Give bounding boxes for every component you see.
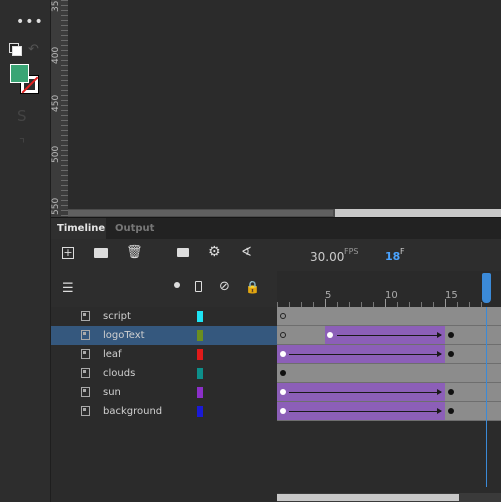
layer-name[interactable]: script [103,307,131,326]
tools-panel: ••• ↶ S ⌝ [0,0,51,502]
parent-hierarchy-icon[interactable]: ⚙ [208,244,221,260]
eye-hidden-icon[interactable]: ⊘ [219,279,230,294]
playhead-line [486,307,487,487]
layer-icon [81,406,90,416]
stage-horizontal-scrollbar[interactable] [68,209,501,217]
frame-unit: F [400,247,405,256]
layer-name[interactable]: background [103,402,162,421]
pen-tool-icon[interactable]: S [17,107,27,125]
fill-color-swatch[interactable] [10,64,29,83]
frame-row[interactable] [277,364,501,383]
tab-output[interactable]: Output [109,218,159,240]
scrollbar-thumb[interactable] [277,494,459,501]
layer-color-swatch[interactable] [197,368,203,379]
layer-name[interactable]: clouds [103,364,135,383]
tween-arrow [289,389,442,395]
scrollbar-thumb[interactable] [335,209,501,217]
ruler-ticks [61,0,68,217]
layer-header: ☰ ⊘ 🔒 [51,271,277,307]
frame-number: 10 [385,290,398,301]
keyframe[interactable] [327,332,333,338]
keyframe[interactable] [448,408,454,414]
layer-icon [81,311,90,321]
layer-row[interactable]: background [51,402,277,421]
frame-number: 15 [445,290,458,301]
timeline-horizontal-scrollbar[interactable] [277,493,501,502]
outline-icon[interactable] [195,281,202,292]
layer-row[interactable]: script [51,307,277,326]
keyframe[interactable] [280,389,286,395]
layer-name[interactable]: logoText [103,326,145,345]
playhead-handle[interactable] [482,273,491,303]
keyframe[interactable] [280,370,286,376]
panel-tab-bar: Timeline Output [51,217,501,240]
frame-number: 5 [325,290,332,301]
layer-color-swatch[interactable] [197,349,203,360]
ruler-label: 450 [51,94,61,112]
delete-icon[interactable]: 🗑 [126,245,143,260]
vertical-ruler: 350 400 450 500 550 [51,0,68,217]
layers-icon[interactable]: ☰ [62,281,74,296]
keyframe[interactable] [448,332,454,338]
stage-canvas[interactable] [68,0,501,209]
tween-arrow [337,332,442,338]
tween-arrow [289,351,442,357]
frame-row[interactable] [277,383,501,402]
layer-list: script logoText leaf clouds sun backgrou… [51,307,277,502]
fps-unit: FPS [344,247,359,256]
ruler-label: 400 [51,46,61,64]
ruler-label: 500 [51,145,61,163]
empty-keyframe[interactable] [280,332,286,338]
new-layer-icon[interactable]: + [62,247,74,259]
more-icon[interactable]: ••• [16,15,43,29]
frame-ruler[interactable]: 5 10 15 [277,271,501,307]
keyframe[interactable] [280,351,286,357]
new-folder-icon[interactable] [94,248,108,258]
fps-value[interactable]: 30.00 [310,250,344,264]
layer-row[interactable]: logoText [51,326,277,345]
layer-icon [81,368,90,378]
layer-color-swatch[interactable] [197,311,203,322]
ruler-label: 550 [51,197,61,215]
empty-keyframe[interactable] [280,313,286,319]
layer-name[interactable]: leaf [103,345,122,364]
layer-name[interactable]: sun [103,383,121,402]
timeline-toolbar: + 🗑 ⚙ ∢ [51,239,277,271]
layer-icon [81,330,90,340]
lock-icon[interactable]: 🔒 [245,280,260,294]
camera-icon[interactable] [177,248,189,257]
current-frame-value[interactable]: 18 [385,250,400,263]
layer-icon [81,387,90,397]
layer-color-swatch[interactable] [197,406,203,417]
tween-arrow [289,408,442,414]
bone-tool-icon[interactable]: ⌝ [19,137,25,152]
layer-row[interactable]: sun [51,383,277,402]
keyframe[interactable] [448,389,454,395]
layer-row[interactable]: clouds [51,364,277,383]
swap-colors-icon[interactable] [9,43,22,56]
graph-icon[interactable]: ∢ [241,245,252,260]
layer-icon [81,349,90,359]
fps-bar: 30.00 FPS 18 F [277,239,501,271]
layer-color-swatch[interactable] [197,330,203,341]
layer-row[interactable]: leaf [51,345,277,364]
frame-row[interactable] [277,402,501,421]
frame-row[interactable] [277,307,501,326]
frame-row[interactable] [277,326,501,345]
tab-timeline[interactable]: Timeline [51,218,106,240]
keyframe[interactable] [280,408,286,414]
keyframe[interactable] [448,351,454,357]
ruler-label: 350 [51,0,61,12]
frame-row[interactable] [277,345,501,364]
dot-icon[interactable] [174,282,180,288]
undo-icon[interactable]: ↶ [28,42,39,57]
frames-grid[interactable] [277,307,501,502]
layer-color-swatch[interactable] [197,387,203,398]
